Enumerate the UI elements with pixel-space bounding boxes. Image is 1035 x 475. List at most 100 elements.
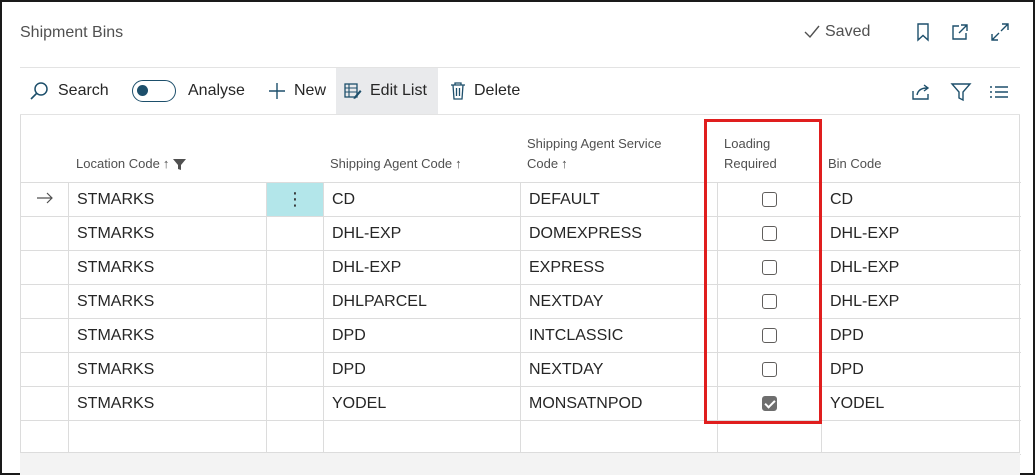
loading-required-checkbox[interactable] <box>762 294 777 309</box>
search-button[interactable]: Search <box>20 68 117 114</box>
column-header-bin-code[interactable]: Bin Code <box>828 115 881 182</box>
cell-service-code[interactable] <box>520 421 717 454</box>
cell-bin-code[interactable]: DHL-EXP <box>821 217 1019 250</box>
row-actions-menu[interactable]: ⋮ <box>266 183 323 216</box>
cell-loading-required[interactable] <box>717 319 821 352</box>
toggle-switch[interactable] <box>132 80 176 102</box>
loading-required-checkbox[interactable] <box>762 226 777 241</box>
cell-loading-required[interactable] <box>717 183 821 216</box>
edit-list-label: Edit List <box>370 82 427 99</box>
cell-loading-required[interactable] <box>717 217 821 250</box>
sort-ascending-icon: ↑ <box>561 156 568 171</box>
row-indicator[interactable] <box>21 285 68 318</box>
new-button[interactable]: New <box>260 68 334 114</box>
cell-location-code[interactable]: STMARKS <box>68 353 266 386</box>
filter-icon[interactable] <box>950 81 972 103</box>
column-label-line1: Loading <box>724 136 771 151</box>
cell-location-code[interactable]: STMARKS <box>68 183 266 216</box>
cell-loading-required[interactable] <box>717 353 821 386</box>
bookmark-icon[interactable] <box>913 22 933 42</box>
row-indicator[interactable] <box>21 251 68 284</box>
table-row[interactable]: STMARKS DHL-EXP EXPRESS DHL-EXP <box>21 250 1021 284</box>
cell-loading-required[interactable] <box>717 251 821 284</box>
cell-service-code[interactable]: NEXTDAY <box>520 285 717 318</box>
cell-bin-code[interactable]: DHL-EXP <box>821 251 1019 284</box>
row-actions-menu[interactable] <box>266 251 323 284</box>
cell-service-code[interactable]: MONSATNPOD <box>520 387 717 420</box>
cell-shipping-agent-code[interactable]: YODEL <box>323 387 520 420</box>
row-indicator[interactable] <box>21 421 68 454</box>
loading-required-checkbox[interactable] <box>762 192 777 207</box>
table-row[interactable]: STMARKS DPD NEXTDAY DPD <box>21 352 1021 386</box>
row-actions-menu[interactable] <box>266 217 323 250</box>
cell-shipping-agent-code[interactable]: DHL-EXP <box>323 251 520 284</box>
cell-location-code[interactable]: STMARKS <box>68 285 266 318</box>
cell-loading-required[interactable] <box>717 421 821 454</box>
delete-button[interactable]: Delete <box>442 68 528 114</box>
row-indicator[interactable] <box>21 319 68 352</box>
empty-row <box>21 420 1021 454</box>
column-label: Bin Code <box>828 156 882 171</box>
edit-list-button[interactable]: Edit List <box>336 68 438 114</box>
loading-required-checkbox[interactable] <box>762 396 777 411</box>
more-options-icon: ⋮ <box>286 189 304 209</box>
table-row[interactable]: STMARKS YODEL MONSATNPOD YODEL <box>21 386 1021 420</box>
loading-required-checkbox[interactable] <box>762 260 777 275</box>
trash-icon <box>451 82 465 100</box>
column-header-shipping-agent-code[interactable]: Shipping Agent Code ↑ <box>330 115 462 182</box>
search-label: Search <box>58 82 109 99</box>
cell-service-code[interactable]: NEXTDAY <box>520 353 717 386</box>
cell-shipping-agent-code[interactable]: DPD <box>323 319 520 352</box>
cell-bin-code[interactable] <box>821 421 1019 454</box>
row-actions-menu[interactable] <box>266 387 323 420</box>
row-actions-menu[interactable] <box>266 421 323 454</box>
row-indicator[interactable] <box>21 387 68 420</box>
open-new-window-icon[interactable] <box>950 22 970 42</box>
table-row[interactable]: STMARKS DHL-EXP DOMEXPRESS DHL-EXP <box>21 216 1021 250</box>
row-indicator[interactable] <box>21 353 68 386</box>
cell-shipping-agent-code[interactable]: CD <box>323 183 520 216</box>
cell-shipping-agent-code[interactable]: DPD <box>323 353 520 386</box>
cell-bin-code[interactable]: CD <box>821 183 1019 216</box>
cell-location-code[interactable]: STMARKS <box>68 217 266 250</box>
analyse-toggle[interactable]: Analyse <box>124 68 253 114</box>
page-header: Shipment Bins Saved <box>20 12 1020 68</box>
row-actions-menu[interactable] <box>266 353 323 386</box>
cell-shipping-agent-code[interactable]: DHL-EXP <box>323 217 520 250</box>
app-window: Shipment Bins Saved Search Analyse New E… <box>0 0 1035 475</box>
analyse-label: Analyse <box>188 82 245 99</box>
cell-bin-code[interactable]: DPD <box>821 319 1019 352</box>
row-indicator[interactable] <box>21 183 68 216</box>
cell-location-code[interactable] <box>68 421 266 454</box>
cell-bin-code[interactable]: DHL-EXP <box>821 285 1019 318</box>
loading-required-checkbox[interactable] <box>762 362 777 377</box>
cell-service-code[interactable]: DEFAULT <box>520 183 717 216</box>
row-indicator[interactable] <box>21 217 68 250</box>
list-view-icon[interactable] <box>988 81 1010 103</box>
column-header-service-code[interactable]: Shipping Agent Service Code ↑ <box>527 115 661 182</box>
search-icon <box>30 82 48 100</box>
cell-bin-code[interactable]: DPD <box>821 353 1019 386</box>
table-row[interactable]: STMARKS DHLPARCEL NEXTDAY DHL-EXP <box>21 284 1021 318</box>
cell-shipping-agent-code[interactable] <box>323 421 520 454</box>
cell-location-code[interactable]: STMARKS <box>68 251 266 284</box>
sort-ascending-icon: ↑ <box>455 156 462 171</box>
loading-required-checkbox[interactable] <box>762 328 777 343</box>
cell-shipping-agent-code[interactable]: DHLPARCEL <box>323 285 520 318</box>
cell-bin-code[interactable]: YODEL <box>821 387 1019 420</box>
table-row[interactable]: STMARKS ⋮ CD DEFAULT CD <box>21 182 1021 216</box>
share-icon[interactable] <box>910 81 932 103</box>
column-header-location-code[interactable]: Location Code ↑ <box>76 115 187 182</box>
cell-location-code[interactable]: STMARKS <box>68 387 266 420</box>
expand-icon[interactable] <box>990 22 1010 42</box>
row-actions-menu[interactable] <box>266 319 323 352</box>
cell-service-code[interactable]: EXPRESS <box>520 251 717 284</box>
cell-loading-required[interactable] <box>717 285 821 318</box>
column-header-loading-required[interactable]: Loading Required <box>724 115 777 182</box>
table-row[interactable]: STMARKS DPD INTCLASSIC DPD <box>21 318 1021 352</box>
cell-service-code[interactable]: INTCLASSIC <box>520 319 717 352</box>
row-actions-menu[interactable] <box>266 285 323 318</box>
cell-location-code[interactable]: STMARKS <box>68 319 266 352</box>
cell-loading-required[interactable] <box>717 387 821 420</box>
cell-service-code[interactable]: DOMEXPRESS <box>520 217 717 250</box>
